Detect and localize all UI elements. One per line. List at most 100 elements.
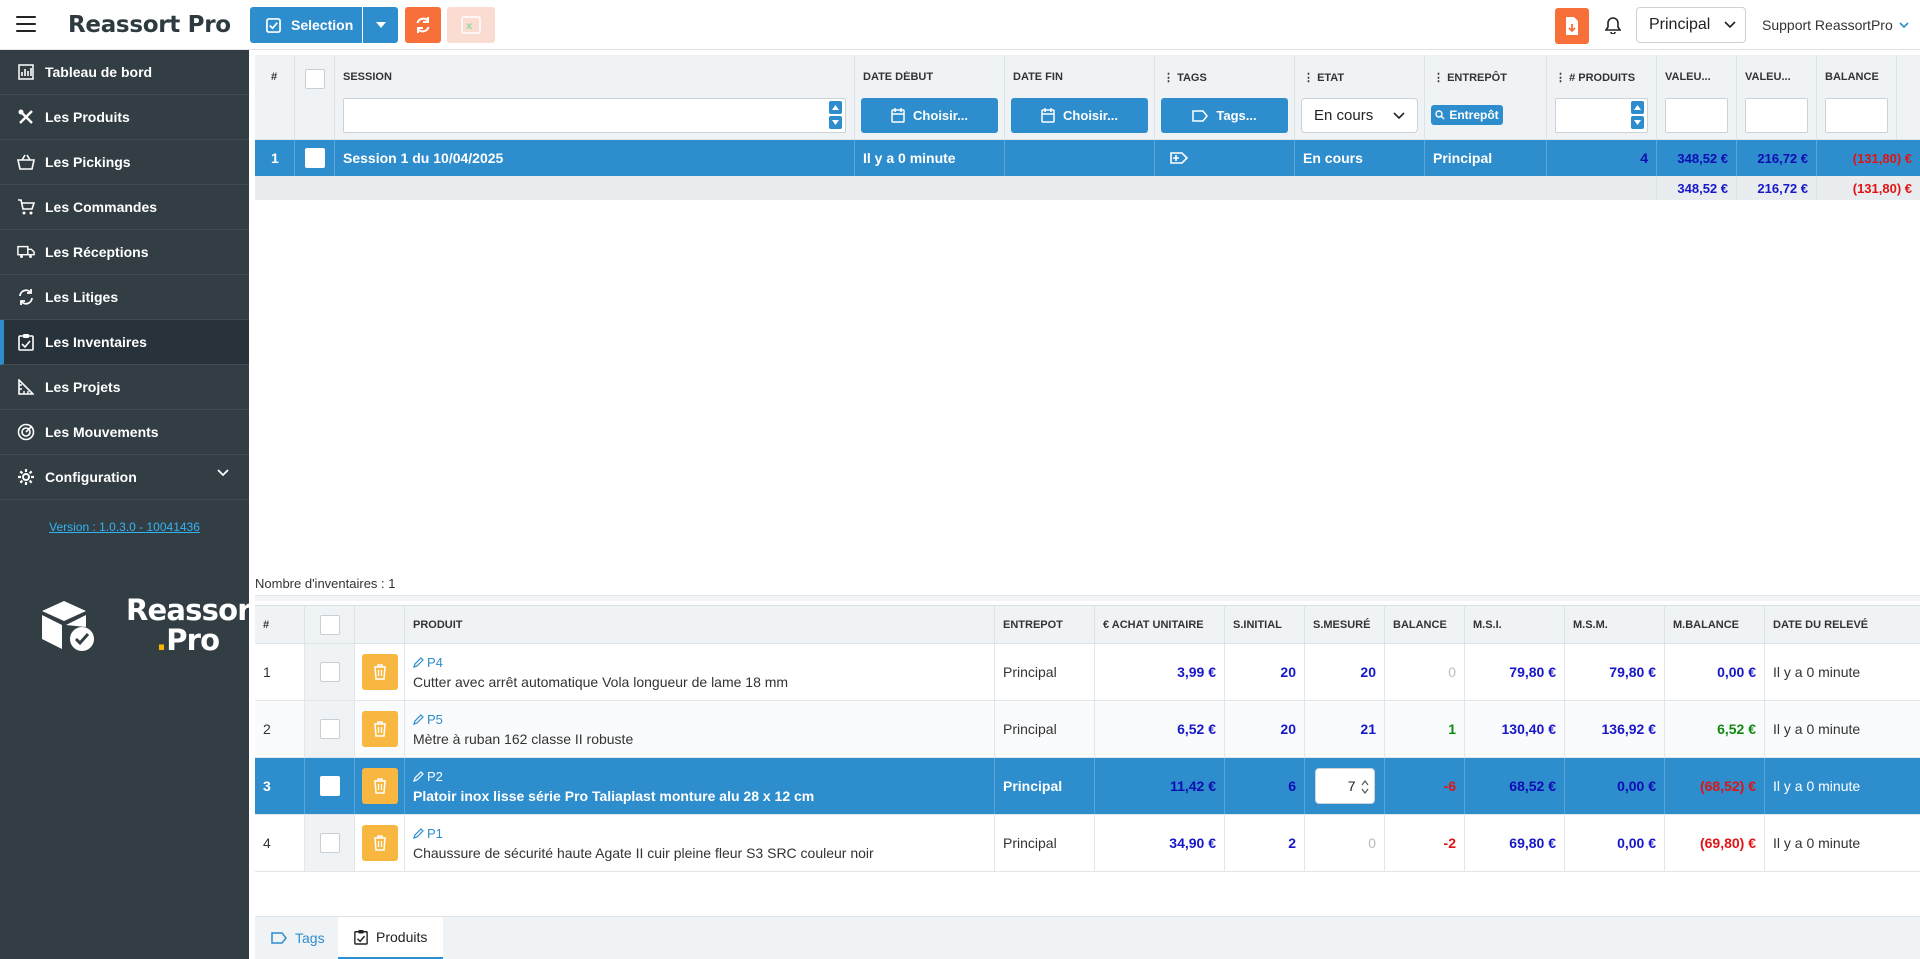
- selection-dropdown-button[interactable]: [363, 7, 398, 43]
- table-row[interactable]: 3 P2 Platoir inox lisse série Pro Taliap…: [255, 758, 1920, 815]
- sidebar-item-litiges[interactable]: Les Litiges: [0, 275, 249, 320]
- etat-filter-select[interactable]: En cours: [1301, 98, 1418, 133]
- table-row[interactable]: 2 P5 Mètre à ruban 162 classe II robuste…: [255, 701, 1920, 758]
- products-grid-header: # PRODUIT ENTREPOT € ACHAT UNITAIRE S.IN…: [255, 605, 1920, 644]
- sidebar-item-produits[interactable]: Les Produits: [0, 95, 249, 140]
- pencil-icon: [413, 770, 424, 782]
- warehouse-select[interactable]: Principal: [1636, 7, 1746, 43]
- version-link[interactable]: Version : 1.0.3.0 - 10041436: [0, 520, 249, 534]
- sidebar-item-inventaires[interactable]: Les Inventaires: [0, 320, 249, 365]
- product-name: Platoir inox lisse série Pro Taliaplast …: [413, 787, 815, 804]
- refresh-button[interactable]: [405, 7, 441, 43]
- product-ref-link[interactable]: P5: [413, 712, 443, 727]
- col-tags: ⋮ TAGS Tags...: [1155, 55, 1295, 140]
- sidebar-item-receptions[interactable]: Les Réceptions: [0, 230, 249, 275]
- tag-icon: [1192, 109, 1209, 122]
- row-checkbox[interactable]: [304, 148, 325, 168]
- date-end-picker-button[interactable]: Choisir...: [1011, 98, 1148, 133]
- calendar-icon: [891, 108, 905, 123]
- tags-filter-button[interactable]: Tags...: [1161, 98, 1288, 133]
- entrepot-filter-button[interactable]: Entrepôt: [1431, 105, 1503, 125]
- sidebar-item-projets[interactable]: Les Projets: [0, 365, 249, 410]
- valeur1-filter-input[interactable]: [1665, 98, 1728, 133]
- sidebar-item-label: Les Inventaires: [45, 334, 147, 350]
- product-ref-link[interactable]: P1: [413, 826, 443, 841]
- sidebar-item-tableau-de-bord[interactable]: Tableau de bord: [0, 50, 249, 95]
- measured-stock-input[interactable]: 7: [1314, 768, 1375, 804]
- trash-icon: [373, 778, 386, 794]
- hamburger-menu-icon[interactable]: [16, 16, 36, 32]
- table-row[interactable]: 4 P1 Chaussure de sécurité haute Agate I…: [255, 815, 1920, 872]
- notifications-button[interactable]: [1600, 12, 1626, 38]
- row-checkbox[interactable]: [319, 833, 340, 853]
- ruler-icon: [17, 378, 35, 396]
- session-valeur2: 216,72 €: [1737, 140, 1817, 176]
- import-button[interactable]: [1555, 8, 1589, 44]
- svg-text:x: x: [466, 21, 473, 32]
- session-filter-input[interactable]: [343, 98, 846, 133]
- inventory-count: Nombre d'inventaires : 1: [255, 576, 396, 591]
- col-valeur-1: VALEU...: [1657, 55, 1737, 140]
- excel-icon: x: [461, 16, 481, 34]
- col-date-fin: DATE FIN Choisir...: [1005, 55, 1155, 140]
- sidebar-item-label: Les Produits: [45, 109, 130, 125]
- select-all-products-checkbox[interactable]: [319, 615, 340, 635]
- panel-splitter[interactable]: [255, 595, 1920, 601]
- user-menu[interactable]: Support ReassortPro: [1762, 17, 1909, 33]
- bottom-tabs: Tags Produits: [255, 916, 1920, 959]
- row-checkbox[interactable]: [319, 662, 340, 682]
- arrow-up-icon[interactable]: [1631, 101, 1644, 114]
- table-row[interactable]: 1 Session 1 du 10/04/2025 Il y a 0 minut…: [255, 140, 1920, 176]
- sidebar-item-mouvements[interactable]: Les Mouvements: [0, 410, 249, 455]
- product-ref-link[interactable]: P4: [413, 655, 443, 670]
- box-check-icon: [42, 601, 94, 651]
- col-date-debut: DATE DÉBUT Choisir...: [855, 55, 1005, 140]
- checkbox-icon: [266, 17, 281, 33]
- selection-button[interactable]: Selection: [250, 7, 362, 43]
- cart-icon: [17, 198, 35, 216]
- pencil-icon: [413, 656, 424, 668]
- tab-tags[interactable]: Tags: [255, 917, 341, 959]
- row-checkbox[interactable]: [319, 719, 340, 739]
- tab-produits[interactable]: Produits: [338, 917, 444, 959]
- col-num: #: [255, 55, 295, 140]
- product-ref-link[interactable]: P2: [413, 769, 443, 784]
- arrow-down-icon[interactable]: [1631, 116, 1644, 129]
- sidebar-item-configuration[interactable]: Configuration: [0, 455, 249, 500]
- table-row[interactable]: 1 P4 Cutter avec arrêt automatique Vola …: [255, 644, 1920, 701]
- excel-export-button[interactable]: x: [447, 7, 495, 43]
- stepper-arrows-icon[interactable]: [1361, 780, 1369, 794]
- session-name[interactable]: Session 1 du 10/04/2025: [335, 140, 855, 176]
- calendar-icon: [1041, 108, 1055, 123]
- delete-button[interactable]: [361, 711, 398, 747]
- sidebar-item-label: Les Mouvements: [45, 424, 159, 440]
- valeur2-filter-input[interactable]: [1745, 98, 1808, 133]
- balance-filter-input[interactable]: [1825, 98, 1888, 133]
- logo-text-reassort: Reassort: [126, 593, 265, 627]
- pencil-icon: [413, 713, 424, 725]
- delete-button[interactable]: [361, 768, 398, 804]
- trash-icon: [373, 835, 386, 851]
- col-session: SESSION: [335, 55, 855, 140]
- tag-add-icon[interactable]: [1169, 150, 1189, 166]
- col-select: [295, 55, 335, 140]
- radar-icon: [17, 423, 35, 441]
- delete-button[interactable]: [361, 654, 398, 690]
- select-all-checkbox[interactable]: [305, 69, 325, 89]
- delete-button[interactable]: [361, 825, 398, 861]
- sidebar-item-commandes[interactable]: Les Commandes: [0, 185, 249, 230]
- date-start-picker-button[interactable]: Choisir...: [861, 98, 998, 133]
- warehouse-select-value: Principal: [1649, 16, 1711, 33]
- sidebar-item-pickings[interactable]: Les Pickings: [0, 140, 249, 185]
- nb-produits-stepper[interactable]: [1631, 101, 1644, 130]
- row-checkbox[interactable]: [319, 776, 340, 796]
- product-name: Cutter avec arrêt automatique Vola longu…: [413, 673, 789, 690]
- session-sort-stepper[interactable]: [829, 101, 842, 130]
- chart-icon: [17, 63, 35, 81]
- col-valeur-2: VALEU...: [1737, 55, 1817, 140]
- arrow-up-icon[interactable]: [829, 101, 842, 114]
- product-name: Chaussure de sécurité haute Agate II cui…: [413, 844, 874, 861]
- sessions-grid-header: # SESSION DATE DÉBUT Choisir... DATE FIN: [255, 55, 1920, 140]
- arrow-down-icon[interactable]: [829, 116, 842, 129]
- col-balance: BALANCE: [1817, 55, 1897, 140]
